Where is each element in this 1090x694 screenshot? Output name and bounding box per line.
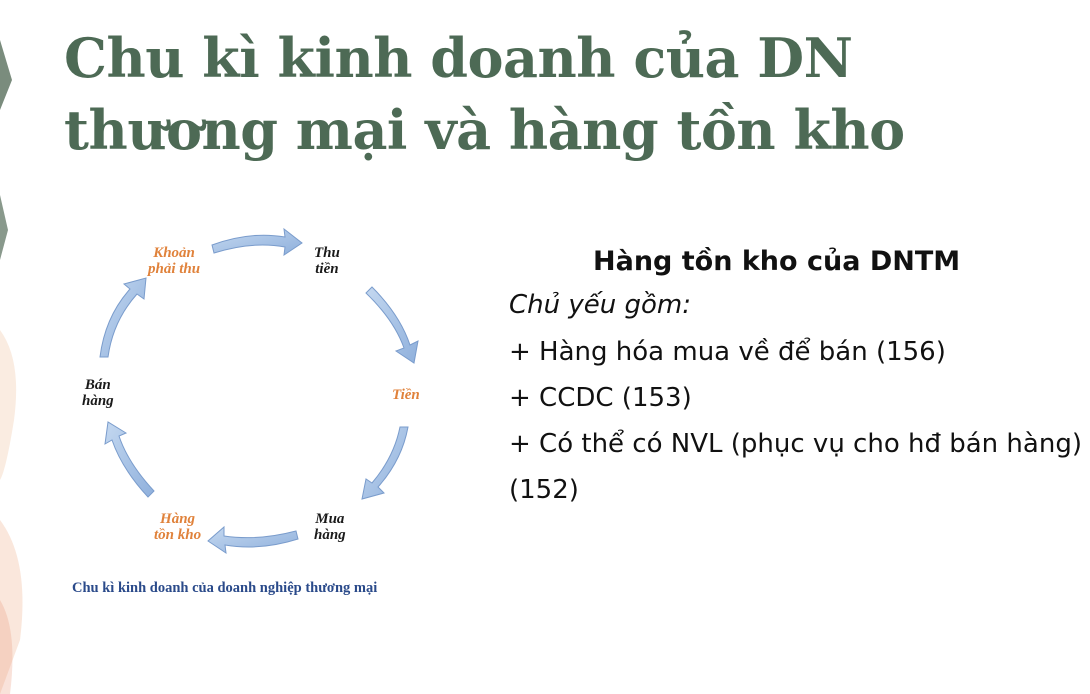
panel-heading: Hàng tồn kho của DNTM <box>593 246 961 277</box>
list-item: + CCDC (153) <box>509 383 692 413</box>
node-tien: Tiền <box>392 387 420 403</box>
node-mua-hang: Mua hàng <box>314 511 346 543</box>
panel-subheading: Chủ yếu gồm: <box>509 290 691 320</box>
arrow-purchase-to-inventory <box>207 525 299 555</box>
decorative-leaf-shapes <box>0 40 23 694</box>
list-item: + Hàng hóa mua về để bán (156) <box>509 337 946 367</box>
list-item: + Có thể có NVL (phục vụ cho hđ bán hàng… <box>509 429 1082 505</box>
node-ban-hang: Bán hàng <box>82 377 114 409</box>
inventory-panel: Hàng tồn kho của DNTM Chủ yếu gồm: + Hàn… <box>509 242 1084 513</box>
cycle-arrows <box>99 227 419 555</box>
arrow-inventory-to-sales <box>104 421 155 498</box>
arrow-receivable-to-collect <box>211 227 303 257</box>
node-thu-tien: Thu tiền <box>314 245 340 277</box>
node-khoan-phai-thu: Khoản phải thu <box>148 245 201 277</box>
node-hang-ton-kho: Hàng tồn kho <box>154 511 202 543</box>
diagram-caption: Chu kì kinh doanh của doanh nghiệp thươn… <box>72 580 378 596</box>
arrow-sales-to-receivable <box>99 277 147 358</box>
arrow-cash-to-purchase <box>361 426 409 500</box>
slide-title: Chu kì kinh doanh của DN thương mại và h… <box>64 26 905 162</box>
arrow-collect-to-cash <box>365 286 419 364</box>
business-cycle-diagram: Khoản phải thu Thu tiền Tiền Mua hàng Hà… <box>60 215 500 615</box>
